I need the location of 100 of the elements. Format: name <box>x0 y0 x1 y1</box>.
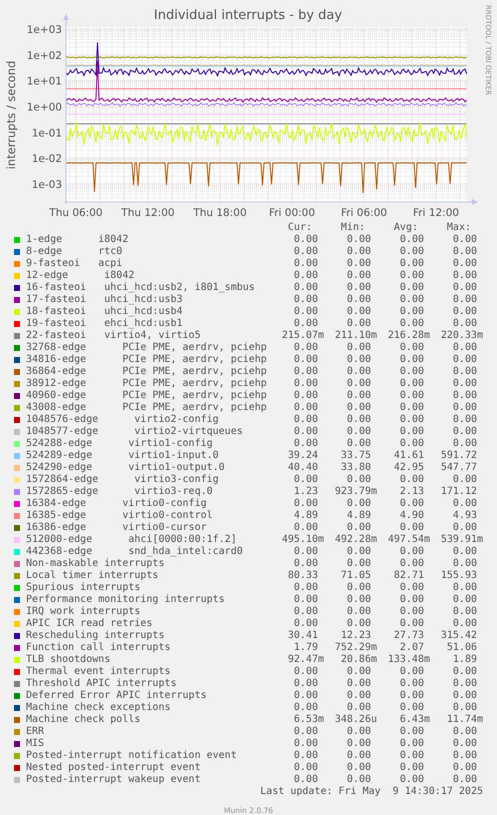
value-cell-text: 0.00 <box>346 594 372 606</box>
value-cell-text: 0.00 <box>398 762 425 774</box>
value-cell-text: 0.00 <box>452 270 478 282</box>
value-cell-text: 0.00 <box>292 234 319 246</box>
device-name: PCIe PME, aerdrv, pciehp <box>122 390 267 402</box>
axis-label: interrupts / second <box>4 60 18 170</box>
value-cell-text: 6.53m <box>292 714 324 726</box>
value-cell-text: 0.00 <box>346 354 372 366</box>
tick-label: Fri 00:00 <box>268 207 316 219</box>
series-name: 1-edge <box>26 234 64 246</box>
value-cell-text: 82.71 <box>392 570 425 582</box>
value-cell-text: 0.00 <box>452 378 478 390</box>
value-cell-text: 591.72 <box>440 450 478 462</box>
device-name: PCIe PME, aerdrv, pciehp <box>122 342 267 354</box>
series-name: Non-maskable interrupts <box>26 558 164 570</box>
series-name: Machine check polls <box>26 714 140 726</box>
value-cell-text: 0.00 <box>346 666 372 678</box>
series-name: 16385-edge <box>26 510 88 522</box>
tick-label: 1e+02 <box>26 50 62 62</box>
value-cell-text: 155.93 <box>440 570 478 582</box>
value-cell-text: 0.00 <box>398 306 425 318</box>
value-cell-text: 0.00 <box>346 270 372 282</box>
device-name: ehci_hcd:usb1 <box>104 318 183 330</box>
value-cell-text: 11.74m <box>446 714 483 726</box>
device-name: PCIe PME, aerdrv, pciehp <box>122 378 267 390</box>
value-cell-text: 0.00 <box>292 282 319 294</box>
value-cell-text: 0.00 <box>452 390 478 402</box>
value-cell-text: 0.00 <box>292 426 319 438</box>
value-cell-text: 0.00 <box>398 750 425 762</box>
value-cell-text: 0.00 <box>292 774 319 786</box>
value-cell-text: 0.00 <box>346 606 372 618</box>
tick-label: 1e-03 <box>32 178 62 191</box>
value-cell-text: 0.00 <box>452 318 478 330</box>
series-name: 1048577-edge <box>26 426 100 438</box>
value-cell-text: 0.00 <box>398 258 425 270</box>
tick-label: 1e+03 <box>26 24 62 36</box>
tick-label: 1e+00 <box>26 102 62 114</box>
value-cell-text: 0.00 <box>346 522 372 534</box>
value-cell-text: 0.00 <box>292 474 319 486</box>
series-name: Performance monitoring interrupts <box>26 594 225 606</box>
value-cell-text: 211.10m <box>334 330 377 342</box>
value-cell-text: 0.00 <box>452 750 478 762</box>
value-cell-text: 0.00 <box>292 402 319 414</box>
tick-label: Fri 06:00 <box>340 207 388 219</box>
series-name: Nested posted-interrupt event <box>26 762 201 774</box>
value-cell-text: 0.00 <box>452 414 478 426</box>
value-cell-text: 0.00 <box>346 414 372 426</box>
value-cell-text: 0.00 <box>346 774 372 786</box>
series-name: Local timer interrupts <box>26 570 158 582</box>
device-name: PCIe PME, aerdrv, pciehp <box>122 402 267 414</box>
value-cell-text: 133.48m <box>386 654 430 666</box>
device-name: uhci_hcd:usb2, i801_smbus <box>104 282 255 294</box>
value-cell-text: 0.00 <box>292 546 319 558</box>
value-cell-text: 0.00 <box>346 750 372 762</box>
tick-label: 1e-02 <box>32 153 62 166</box>
series-name: TLB shootdowns <box>26 654 110 666</box>
series-name: 43008-edge <box>26 402 88 414</box>
series-name: 16386-edge <box>26 522 88 534</box>
series-name: 16384-edge <box>26 498 88 510</box>
value-cell-text: 0.00 <box>398 246 425 258</box>
value-cell-text: 6.43m <box>398 714 430 726</box>
value-cell-text: 0.00 <box>398 594 425 606</box>
series-name: 22-fasteoi <box>26 330 88 342</box>
value-cell-text: 0.00 <box>346 438 372 450</box>
value-cell-text: 0.00 <box>452 666 478 678</box>
device-name: ahci[0000:00:1f.2] <box>128 534 237 546</box>
value-cell-text: 0.00 <box>292 678 319 690</box>
value-cell-text: 0.00 <box>452 678 478 690</box>
series-name: Machine check exceptions <box>26 702 170 714</box>
series-name: Deferred Error APIC interrupts <box>26 690 207 702</box>
value-cell-text: 0.00 <box>452 306 478 318</box>
series-name: 19-fasteoi <box>26 318 88 330</box>
value-cell-text: 0.00 <box>346 306 372 318</box>
value-cell-text: 0.00 <box>292 438 319 450</box>
value-cell-text: 27.73 <box>392 630 425 642</box>
value-cell-text: 547.77 <box>440 462 478 474</box>
device-name: virtio1-config <box>128 438 213 450</box>
device-name: uhci_hcd:usb3 <box>104 294 183 306</box>
value-cell-text: 171.12 <box>440 486 478 498</box>
value-cell-text: 0.00 <box>398 726 425 738</box>
chart-title: Individual interrupts - by day <box>154 8 342 23</box>
value-cell-text: 92.47m <box>286 654 324 666</box>
series-name: 524289-edge <box>26 450 94 462</box>
value-cell-text: 0.00 <box>292 606 319 618</box>
value-cell-text: 0.00 <box>292 378 319 390</box>
series-name: ERR <box>26 726 44 738</box>
value-cell-text: 0.00 <box>292 306 319 318</box>
value-cell-text: 0.00 <box>398 618 425 630</box>
value-cell-text: 30.41 <box>286 630 319 642</box>
value-cell-text: 0.00 <box>346 318 372 330</box>
value-cell-text: 495.10m <box>280 534 324 546</box>
value-cell-text: 0.00 <box>452 246 478 258</box>
series-name: Posted-interrupt wakeup event <box>26 774 201 786</box>
value-cell-text: 0.00 <box>452 294 478 306</box>
device-name: snd_hda_intel:card0 <box>128 546 243 558</box>
value-cell-text: 71.05 <box>340 570 372 582</box>
value-cell-text: 0.00 <box>346 618 372 630</box>
value-cell-text: 0.00 <box>398 738 425 750</box>
value-cell-text: 0.00 <box>292 690 319 702</box>
value-cell-text: 0.00 <box>452 606 478 618</box>
